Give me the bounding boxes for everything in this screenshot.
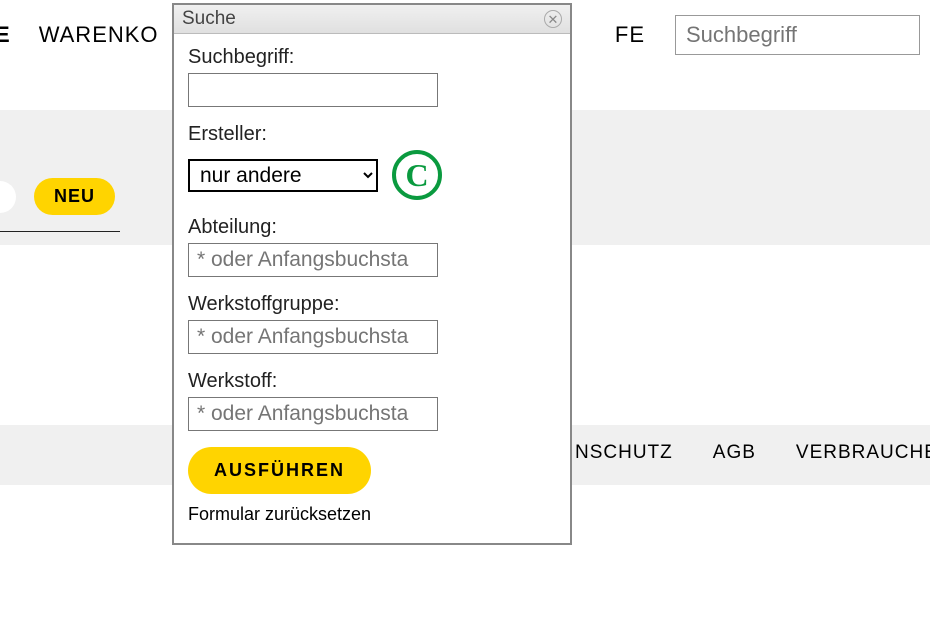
circle-fragment [0,181,16,213]
werkstoff-input[interactable] [188,397,438,431]
abteilung-label: Abteilung: [188,216,556,239]
reset-form-link[interactable]: Formular zurücksetzen [188,504,556,525]
copyright-icon[interactable]: C [392,150,442,200]
abteilung-input[interactable] [188,243,438,277]
suchbegriff-input[interactable] [188,73,438,107]
nav-item-warenkorb[interactable]: WARENKO [39,22,159,48]
dialog-titlebar[interactable]: Suche ✕ [174,5,570,34]
global-search-input[interactable] [675,15,920,55]
search-dialog: Suche ✕ Suchbegriff: Ersteller: nur ande… [172,3,572,545]
werkstoff-label: Werkstoff: [188,370,556,393]
neu-button[interactable]: NEU [34,178,115,215]
dialog-body: Suchbegriff: Ersteller: nur andere C Abt… [174,34,570,543]
neu-row: NEU [0,178,120,232]
werkstoffgruppe-input[interactable] [188,320,438,354]
ersteller-label: Ersteller: [188,123,556,146]
nav-fragment-bold[interactable]: E [0,22,11,48]
close-icon[interactable]: ✕ [544,10,562,28]
footer-nav: NSCHUTZ AGB VERBRAUCHE [575,442,930,464]
ersteller-select[interactable]: nur andere [188,159,378,192]
footer-link-datenschutz[interactable]: NSCHUTZ [575,442,673,464]
execute-button[interactable]: AUSFÜHREN [188,447,371,494]
werkstoffgruppe-label: Werkstoffgruppe: [188,293,556,316]
footer-link-verbraucher[interactable]: VERBRAUCHE [796,442,930,464]
nav-item-right[interactable]: FE [615,22,645,48]
suchbegriff-label: Suchbegriff: [188,46,556,69]
footer-link-agb[interactable]: AGB [713,442,756,464]
dialog-title: Suche [182,8,236,30]
